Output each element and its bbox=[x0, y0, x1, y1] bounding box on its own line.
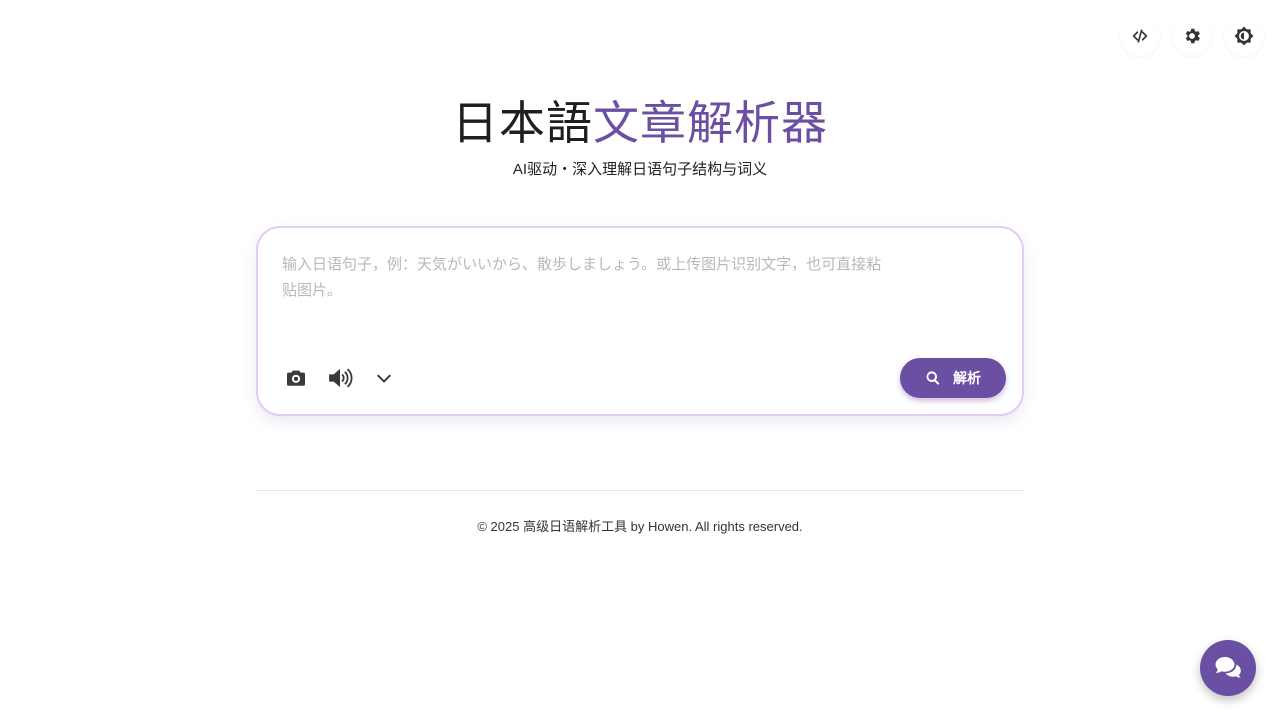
chat-bubbles-icon bbox=[1215, 657, 1241, 678]
page-title: 日本語文章解析器 bbox=[0, 96, 1280, 150]
input-tools bbox=[282, 364, 398, 392]
camera-icon bbox=[287, 370, 305, 386]
footer-copyright: © 2025 高级日语解析工具 by Howen. All rights res… bbox=[477, 519, 803, 534]
search-icon bbox=[926, 371, 940, 385]
code-button[interactable] bbox=[1120, 16, 1160, 56]
analyze-button-label: 解析 bbox=[953, 370, 981, 386]
analyze-button[interactable]: 解析 bbox=[900, 358, 1006, 398]
gear-icon bbox=[1185, 28, 1200, 44]
speak-button[interactable] bbox=[326, 364, 354, 392]
subtitle: AI驱动・深入理解日语句子结构与词义 bbox=[512, 161, 768, 178]
code-icon bbox=[1132, 29, 1148, 43]
divider bbox=[256, 490, 1024, 491]
input-card: 解析 bbox=[256, 226, 1024, 416]
title-part-2: 文章解析器 bbox=[593, 97, 828, 149]
header: 日本語文章解析器 AI驱动・深入理解日语句子结构与词义 bbox=[0, 96, 1280, 179]
top-actions bbox=[1120, 16, 1264, 56]
sentence-input[interactable] bbox=[282, 252, 882, 332]
voice-options-dropdown[interactable] bbox=[370, 364, 398, 392]
theme-toggle-icon bbox=[1234, 26, 1254, 46]
settings-button[interactable] bbox=[1172, 16, 1212, 56]
page: 日本語文章解析器 AI驱动・深入理解日语句子结构与词义 输入日语句子，例：天気が… bbox=[0, 0, 1280, 720]
theme-toggle-button[interactable] bbox=[1224, 16, 1264, 56]
chevron-down-icon bbox=[377, 374, 391, 383]
title-part-1: 日本語 bbox=[452, 97, 593, 149]
volume-icon bbox=[329, 368, 353, 388]
upload-image-button[interactable] bbox=[282, 364, 310, 392]
chat-button[interactable] bbox=[1200, 640, 1256, 696]
